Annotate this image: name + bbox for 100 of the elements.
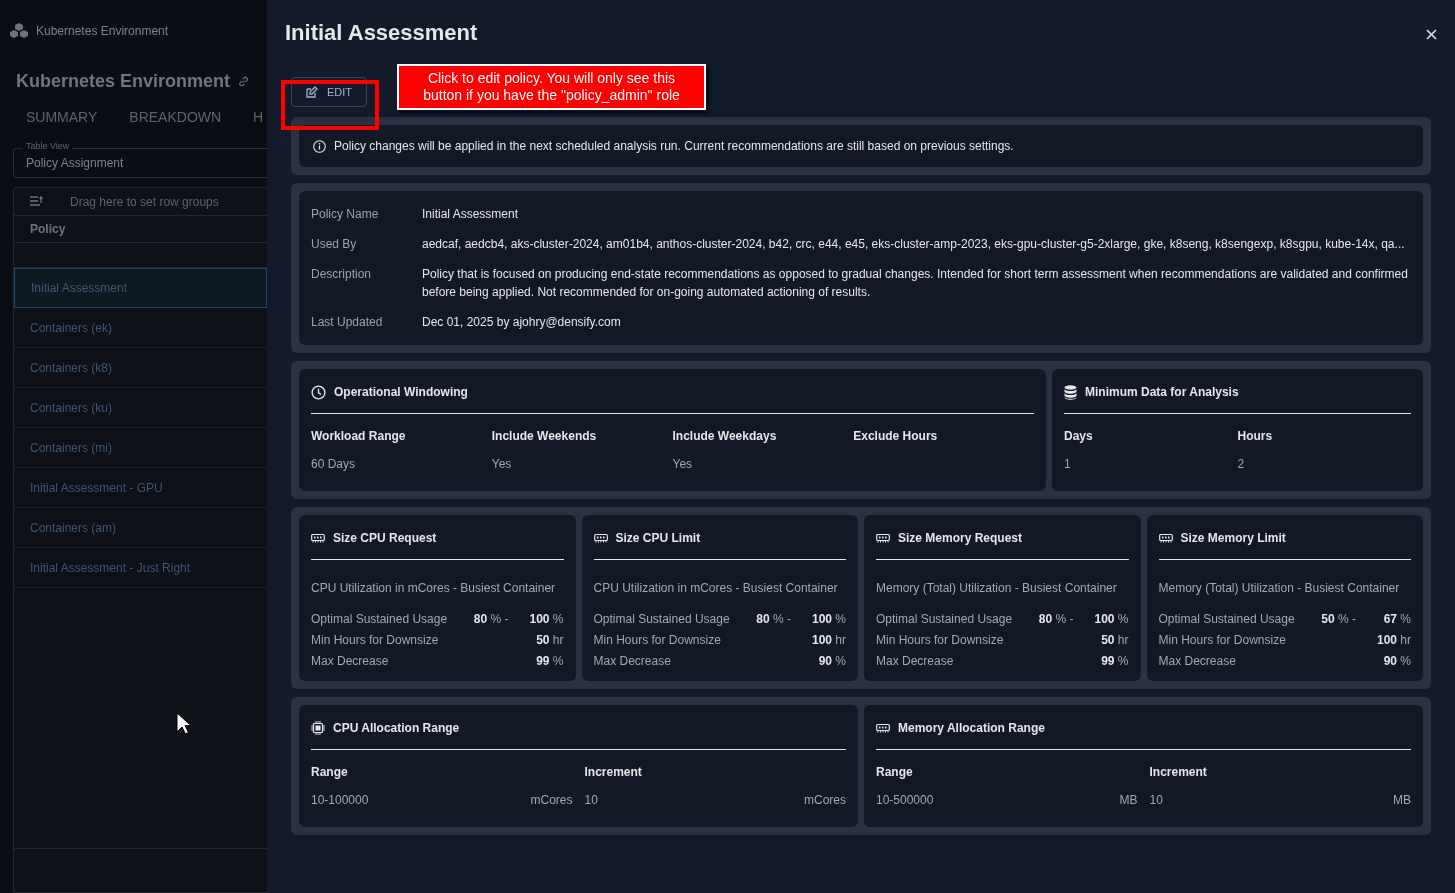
info-icon — [313, 139, 326, 153]
setting-label: Optimal Sustained Usage — [876, 611, 1014, 628]
detail-value: Policy that is focused on producing end-state recommendations as opposed to gradual changes. Intended for short term assessment when recommendations are validated and confirmed before being applied. Not recommended for on-going automated actioning of results. — [422, 266, 1409, 301]
policy-name: Containers (ku) — [30, 399, 113, 417]
setting-value: 10-500000 — [876, 792, 934, 809]
column-header[interactable]: Policy — [30, 220, 66, 238]
card-title: Size CPU Request — [333, 530, 437, 547]
memory-chip-icon — [311, 533, 325, 543]
setting-label: Exclude Hours — [853, 428, 939, 445]
unit-label: mCores — [530, 792, 573, 809]
detail-value: aedcaf, aedcb4, aks-cluster-2024, am01b4, anthos-cluster-2024, b42, crc, e44, e45, eks-cluster-amp-2023, eks-gpu-cluster-g5-2xlarge, gke, k8seng, k8sengexp, k8sgpu, kube-14x, qa... — [422, 236, 1405, 253]
setting-value: 10 — [584, 792, 598, 809]
setting-value: 100 % — [528, 611, 564, 628]
drawer-title: Initial Assessment — [285, 19, 478, 47]
setting-label: Range — [876, 764, 914, 781]
setting-value: 1 — [1064, 456, 1072, 473]
detail-value: Initial Assessment — [422, 206, 519, 223]
setting-value: 60 Days — [311, 456, 357, 473]
setting-label: Optimal Sustained Usage — [593, 611, 731, 628]
setting-label: Increment — [584, 764, 643, 781]
setting-label: Days — [1064, 428, 1094, 445]
setting-value: 10-100000 — [311, 792, 369, 809]
setting-value: 100 % — [1093, 611, 1129, 628]
setting-value: 90 % — [818, 653, 846, 670]
setting-label: Min Hours for Downsize — [1158, 632, 1287, 649]
card-title: Size Memory Request — [898, 530, 1023, 547]
detail-label: Description — [311, 266, 373, 283]
edit-icon — [305, 86, 318, 98]
memory-chip-icon — [876, 533, 890, 543]
card-title: Operational Windowing — [334, 384, 468, 401]
setting-label: Include Weekdays — [672, 428, 778, 445]
setting-value: 67 % — [1382, 611, 1411, 628]
policy-name: Initial Assessment — [31, 280, 128, 297]
policy-name: Containers (ek) — [30, 319, 113, 337]
row-groups-icon — [30, 195, 44, 208]
tab[interactable]: SUMMARY — [26, 107, 98, 132]
card-title: Size Memory Limit — [1180, 530, 1286, 547]
notice-text: Policy changes will be applied in the next scheduled analysis run. Current recommendations are still based on previous settings. — [334, 138, 1014, 155]
setting-value: 80 % - — [755, 611, 791, 628]
metric-label: CPU Utilization in mCores - Busiest Container — [593, 580, 839, 597]
edit-button[interactable]: EDIT — [291, 77, 367, 107]
field-value: Policy Assignment — [25, 155, 125, 172]
link-icon — [238, 76, 250, 87]
setting-value: 10 — [1149, 792, 1163, 809]
setting-label: Max Decrease — [876, 653, 955, 670]
memory-chip-icon — [593, 533, 608, 543]
policy-name: Initial Assessment - Just Right — [30, 559, 191, 577]
setting-label: Optimal Sustained Usage — [1158, 611, 1296, 628]
metric-label: CPU Utilization in mCores - Busiest Container — [311, 580, 557, 597]
unit-label: MB — [1393, 792, 1411, 809]
annotation-callout: Click to edit policy. You will only see this button if you have the "policy_admin" role — [397, 64, 706, 110]
unit-label: MB — [1119, 792, 1138, 809]
setting-label: Workload Range — [311, 428, 407, 445]
setting-value: Yes — [491, 456, 513, 473]
policy-name: Containers (k8) — [30, 359, 113, 377]
field-label: Table View — [23, 142, 73, 151]
setting-value: 50 hr — [536, 632, 564, 649]
detail-label: Used By — [311, 236, 358, 253]
cpu-chip-icon — [311, 721, 325, 735]
policy-name: Initial Assessment - GPU — [30, 479, 163, 497]
database-icon — [1064, 384, 1077, 400]
setting-label: Min Hours for Downsize — [593, 632, 722, 649]
tab[interactable]: BREAKDOWN — [129, 107, 222, 132]
setting-label: Increment — [1149, 764, 1208, 781]
card-title: Minimum Data for Analysis — [1085, 384, 1239, 401]
setting-label: Max Decrease — [593, 653, 672, 670]
card-title: CPU Allocation Range — [333, 720, 460, 737]
setting-value: 50 % - — [1320, 611, 1356, 628]
mouse-cursor-icon — [176, 712, 192, 736]
card-title: Memory Allocation Range — [898, 720, 1045, 737]
setting-value: 80 % - — [1037, 611, 1074, 628]
setting-label: Min Hours for Downsize — [876, 632, 1005, 649]
detail-label: Policy Name — [311, 206, 380, 223]
table-row[interactable]: Initial Assessment — [14, 268, 267, 308]
setting-value: 90 % — [1383, 653, 1411, 670]
setting-value: 50 hr — [1101, 632, 1129, 649]
memory-chip-icon — [1158, 533, 1173, 543]
tab[interactable]: H — [253, 107, 264, 132]
memory-chip-icon — [876, 723, 890, 733]
policy-name: Containers (am) — [30, 519, 117, 537]
group-hint: Drag here to set row groups — [70, 193, 219, 211]
setting-label: Hours — [1237, 428, 1274, 445]
cubes-logo-icon — [10, 22, 28, 40]
setting-value: 80 % - — [472, 611, 509, 628]
setting-value: Yes — [672, 456, 694, 473]
setting-label: Include Weekends — [491, 428, 598, 445]
setting-value: 100 % — [810, 611, 846, 628]
setting-label: Max Decrease — [1158, 653, 1237, 670]
app-title: Kubernetes Environment — [36, 23, 169, 40]
metric-label: Memory (Total) Utilization - Busiest Container — [1158, 580, 1401, 597]
metric-label: Memory (Total) Utilization - Busiest Container — [876, 580, 1118, 597]
setting-label: Optimal Sustained Usage — [311, 611, 449, 628]
card-title: Size CPU Limit — [615, 530, 701, 547]
setting-value: 100 hr — [1376, 632, 1411, 649]
detail-value: Dec 01, 2025 by ajohry@densify.com — [422, 314, 621, 331]
setting-value: 2 — [1237, 456, 1246, 473]
setting-value: 100 hr — [811, 632, 846, 649]
policy-name: Containers (mi) — [30, 439, 113, 457]
page-heading: Kubernetes Environment — [16, 70, 231, 93]
setting-label: Max Decrease — [311, 653, 390, 670]
